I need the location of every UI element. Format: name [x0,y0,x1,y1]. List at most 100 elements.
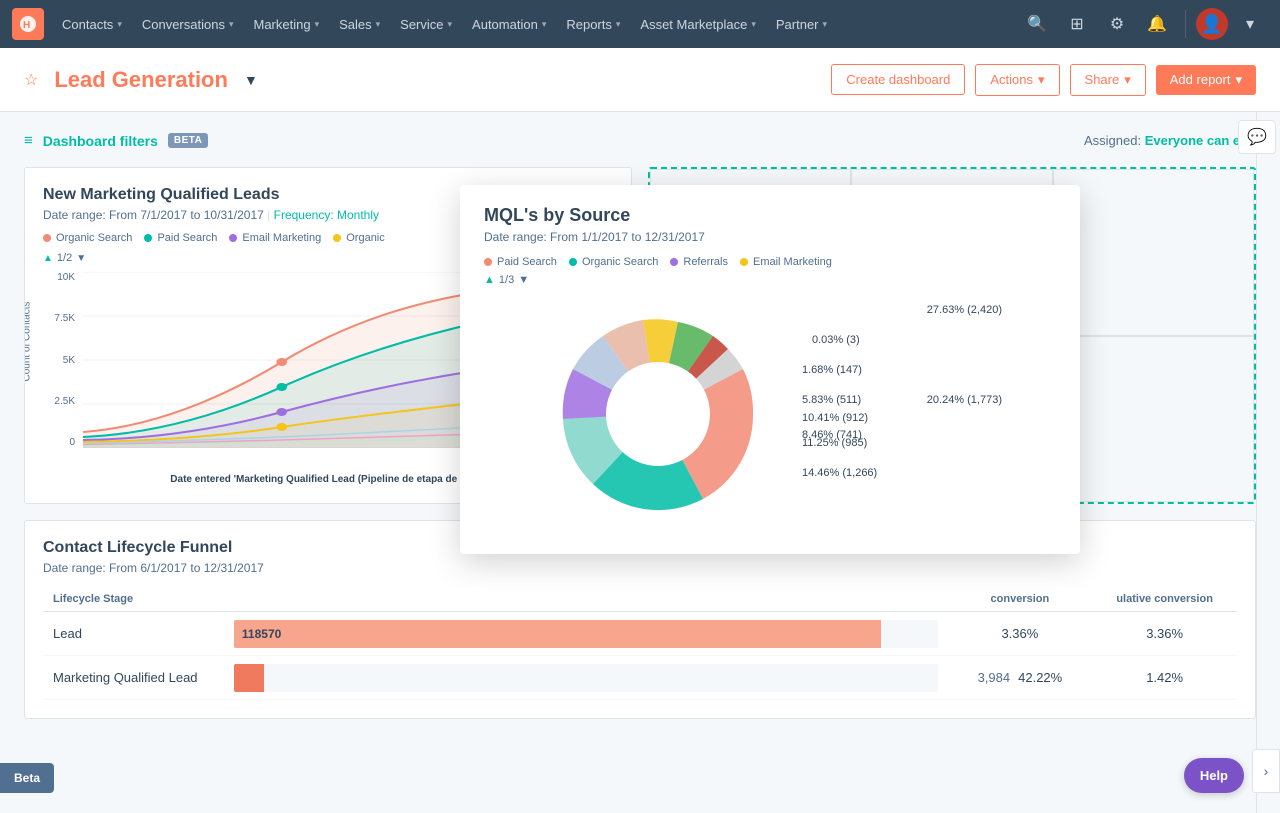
bar-mql [234,664,264,692]
favorite-star-icon[interactable]: ☆ [24,70,38,90]
assigned-prefix: Assigned: [1084,133,1141,148]
legend-organic: Organic [333,232,385,244]
modal-subtitle: Date range: From 1/1/2017 to 12/31/2017 [484,230,1056,244]
modal-nav-arrows: ▲ 1/3 ▼ [484,274,1056,286]
grid-icon[interactable]: ⊞ [1059,6,1095,42]
legend-dot-organic-search [43,234,51,242]
pie-chart-section: 27.63% (2,420) 20.24% (1,773) 14.46% (1,… [484,294,1056,534]
add-report-button[interactable]: Add report▾ [1156,65,1256,95]
filters-row: ≡ Dashboard filters BETA Assigned: Every… [24,132,1256,149]
frequency-link[interactable]: Frequency: Monthly [274,208,379,222]
header-actions: Create dashboard Actions▾ Share▾ Add rep… [831,64,1256,96]
pie-label-8: 1.68% (147) [802,364,862,376]
nav-asset-marketplace[interactable]: Asset Marketplace▾ [630,0,765,48]
pct1-mql: 3,98442.22% [948,656,1093,700]
modal-legend-referrals: Referrals [670,256,728,268]
legend-paid-search: Paid Search [144,232,217,244]
filter-lines-icon: ≡ [24,132,33,149]
title-dropdown-icon[interactable]: ▼ [244,72,258,88]
modal-nav-up[interactable]: ▲ [484,274,495,286]
chat-bubble[interactable]: 💬 [1238,120,1276,154]
dashed-cell-3 [1053,169,1254,336]
create-dashboard-button[interactable]: Create dashboard [831,64,965,95]
mql-y-axis-label: Count of Contacts [24,301,33,381]
col-cumulative: ulative conversion [1092,587,1237,612]
legend-dot-organic [333,234,341,242]
pie-label-2: 20.24% (1,773) [927,394,1002,406]
stage-lead: Lead [43,612,224,656]
page-title: Lead Generation [54,67,228,93]
nav-automation[interactable]: Automation▾ [462,0,556,48]
lifecycle-table: Lifecycle Stage conversion ulative conve… [43,587,1237,700]
nav-up-arrow[interactable]: ▲ [43,253,53,264]
col-conversion: conversion [948,587,1093,612]
y-axis: 10K 7.5K 5K 2.5K 0 [43,272,79,448]
pie-label-5: 10.41% (912) [802,412,868,424]
modal-legend-dot-organic [569,258,577,266]
top-navigation: H Contacts▾ Conversations▾ Marketing▾ Sa… [0,0,1280,48]
modal-legend-dot-email [740,258,748,266]
beta-badge: BETA [168,133,208,148]
bar-cell-mql [224,656,948,700]
assigned-area: Assigned: Everyone can edit [1084,133,1256,148]
secondary-header: ☆ Lead Generation ▼ Create dashboard Act… [0,48,1280,112]
help-button[interactable]: Help [1184,758,1244,793]
modal-legend-paid-search: Paid Search [484,256,557,268]
col-stage: Lifecycle Stage [43,587,224,612]
nav-reports[interactable]: Reports▾ [556,0,630,48]
bell-icon[interactable]: 🔔 [1139,6,1175,42]
modal-nav-down[interactable]: ▼ [518,274,529,286]
pie-label-3: 14.46% (1,266) [802,467,877,479]
right-arrow-button[interactable]: › [1252,749,1280,793]
modal-legend-dot-referrals [670,258,678,266]
modal-legend-dot-paid [484,258,492,266]
pct2-mql: 1.42% [1092,656,1237,700]
pie-chart-svg [538,294,778,534]
legend-organic-search: Organic Search [43,232,132,244]
pie-label-6: 8.46% (741) [802,429,862,441]
pct2-lead: 3.36% [1092,612,1237,656]
actions-button[interactable]: Actions▾ [975,64,1059,96]
beta-button[interactable]: Beta [0,763,54,793]
pie-label-9: 0.03% (3) [812,334,860,346]
pie-label-7: 5.83% (511) [802,394,861,406]
nav-partner[interactable]: Partner▾ [766,0,837,48]
stage-mql: Marketing Qualified Lead [43,656,224,700]
table-header-row: Lifecycle Stage conversion ulative conve… [43,587,1237,612]
table-row-mql: Marketing Qualified Lead 3,98442.22% 1.4… [43,656,1237,700]
legend-dot-paid-search [144,234,152,242]
bar-lead: 118570 [234,620,881,648]
table-row-lead: Lead 118570 3.36% 3.36% [43,612,1237,656]
modal-title: MQL's by Source [484,205,1056,226]
pct1-lead: 3.36% [948,612,1093,656]
nav-icons: 🔍 ⊞ ⚙ 🔔 👤 ▾ [1019,6,1268,42]
col-bar [224,587,948,612]
bar-cell-lead: 118570 [224,612,948,656]
modal-legend-email: Email Marketing [740,256,832,268]
filters-left: ≡ Dashboard filters BETA [24,132,208,149]
share-button[interactable]: Share▾ [1070,64,1146,96]
nav-sales[interactable]: Sales▾ [329,0,390,48]
nav-service[interactable]: Service▾ [390,0,462,48]
pie-label-1: 27.63% (2,420) [927,304,1002,316]
nav-conversations[interactable]: Conversations▾ [132,0,244,48]
dashboard-filters-label[interactable]: Dashboard filters [43,133,158,149]
mql-by-source-modal: MQL's by Source Date range: From 1/1/201… [460,185,1080,554]
sidebar-collapsed[interactable]: 《 [1256,112,1280,813]
lifecycle-funnel-subtitle: Date range: From 6/1/2017 to 12/31/2017 [43,561,1237,575]
pie-labels: 27.63% (2,420) 20.24% (1,773) 14.46% (1,… [802,294,1002,534]
settings-icon[interactable]: ⚙ [1099,6,1135,42]
hubspot-logo[interactable]: H [12,8,44,40]
legend-email-marketing: Email Marketing [229,232,321,244]
dashed-cell-6 [1053,336,1254,503]
avatar[interactable]: 👤 [1196,8,1228,40]
svg-text:H: H [23,20,30,31]
nav-down-arrow[interactable]: ▼ [76,253,86,264]
nav-marketing[interactable]: Marketing▾ [243,0,329,48]
account-caret-icon[interactable]: ▾ [1232,6,1268,42]
modal-legend: Paid Search Organic Search Referrals Ema… [484,256,1056,268]
search-icon[interactable]: 🔍 [1019,6,1055,42]
nav-divider [1185,10,1186,38]
legend-dot-email-marketing [229,234,237,242]
nav-contacts[interactable]: Contacts▾ [52,0,132,48]
